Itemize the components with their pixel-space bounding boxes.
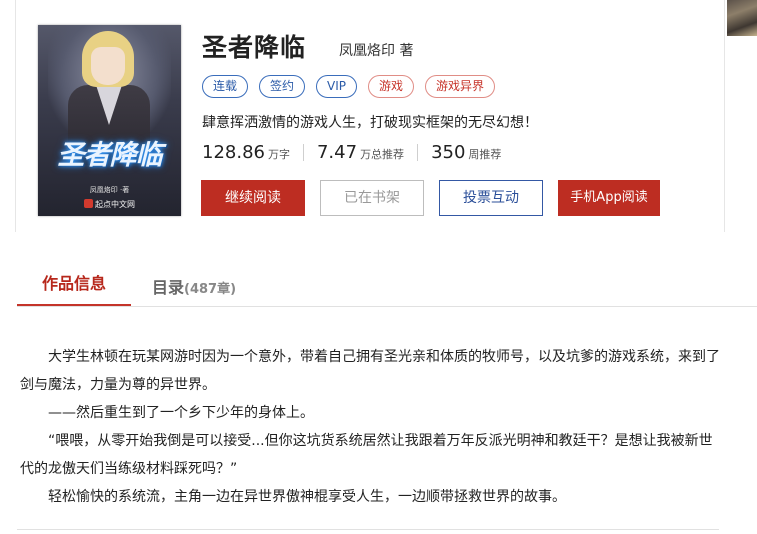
stat-weekly-recommend: 350 周推荐 [431, 142, 501, 163]
cover-publisher-label: 起点中文网 [95, 200, 135, 209]
stat-total-recommend: 7.47 万总推荐 [317, 142, 404, 163]
card-border-left [15, 0, 16, 232]
cover-title: 圣者降临 [57, 140, 163, 171]
on-bookshelf-button[interactable]: 已在书架 [320, 180, 424, 216]
card-border-right [724, 0, 725, 232]
stat-unit: 万总推荐 [360, 148, 405, 161]
mobile-app-read-button[interactable]: 手机App阅读 [558, 180, 660, 216]
stat-value: 350 [431, 142, 466, 163]
description-paragraph: 轻松愉快的系统流，主角一边在异世界傲神棍享受人生，一边顺带拯救世界的故事。 [48, 489, 566, 505]
tag-vip[interactable]: VIP [316, 75, 358, 98]
book-author[interactable]: 凤凰烙印 著 [339, 40, 413, 60]
continue-reading-button[interactable]: 继续阅读 [201, 180, 305, 216]
stat-value: 7.47 [316, 142, 358, 163]
tabs-divider [17, 306, 757, 307]
cover-character-face [91, 47, 125, 85]
description-paragraph: 大学生林顿在玩某网游时因为一个意外，带着自己拥有圣光亲和体质的牧师号，以及坑爹的… [20, 349, 720, 393]
tag-genre-game[interactable]: 游戏 [368, 75, 415, 98]
stat-divider [302, 144, 304, 161]
tab-work-info[interactable]: 作品信息 [17, 270, 131, 307]
book-cover[interactable]: 圣者降临 凤凰烙印 ·著 起点中文网 [38, 25, 181, 216]
stat-divider [417, 144, 419, 161]
tab-toc-label: 目录 [152, 278, 185, 297]
section-divider [17, 529, 719, 530]
decorative-corner [727, 0, 757, 36]
cover-publisher: 起点中文网 [38, 199, 181, 210]
tag-list: 连载 签约 VIP 游戏 游戏异界 [202, 75, 496, 98]
stat-word-count: 128.86 万字 [202, 142, 290, 163]
publisher-logo-icon [84, 199, 93, 208]
tag-signed[interactable]: 签约 [259, 75, 306, 98]
stat-unit: 万字 [267, 148, 290, 161]
book-description: 大学生林顿在玩某网游时因为一个意外，带着自己拥有圣光亲和体质的牧师号，以及坑爹的… [20, 343, 725, 511]
description-paragraph: “喂喂，从零开始我倒是可以接受...但你这坑货系统居然让我跟着万年反派光明神和教… [20, 433, 713, 477]
tab-toc-count: (487章) [184, 282, 237, 297]
description-paragraph: ——然后重生到了一个乡下少年的身体上。 [48, 405, 314, 421]
tag-subgenre[interactable]: 游戏异界 [425, 75, 496, 98]
tag-serializing[interactable]: 连载 [202, 75, 249, 98]
book-title: 圣者降临 [202, 33, 307, 62]
book-stats: 128.86 万字 7.47 万总推荐 350 周推荐 [202, 142, 501, 163]
stat-unit: 周推荐 [468, 148, 502, 161]
stat-value: 128.86 [202, 142, 265, 163]
book-tagline: 肆意挥洒激情的游戏人生，打破现实框架的无尽幻想！ [202, 115, 538, 131]
tab-table-of-contents[interactable]: 目录(487章) [152, 274, 236, 298]
cover-author: 凤凰烙印 ·著 [89, 186, 130, 194]
vote-interact-button[interactable]: 投票互动 [439, 180, 543, 216]
